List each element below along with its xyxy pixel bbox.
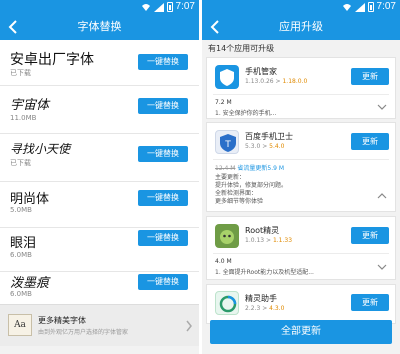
battery-icon — [367, 2, 374, 12]
app-version: 2.2.3 > 4.3.0 — [245, 305, 285, 312]
app-name: 手机管家 — [245, 67, 277, 76]
app-size: 7.2 M — [215, 99, 232, 106]
update-button[interactable]: 更新 — [351, 68, 389, 85]
font-status: 6.0MB — [10, 251, 32, 259]
font-status: 已下载 — [10, 69, 31, 77]
font-replace-screen: 7:07 字体替换 安卓出厂字体 已下载 一键替换 宇宙体 11.0MB 一键替… — [0, 0, 199, 354]
app-upgrade-screen: 7:07 应用升级 有14个应用可升级 手机管家 1.13.0.26 > 1.1… — [202, 0, 400, 354]
divider — [213, 94, 389, 95]
app-note: 1. 全面提升Root能力以及机型适配... — [215, 269, 314, 276]
title-bar: 字体替换 — [0, 14, 199, 40]
divider — [213, 253, 389, 254]
svg-text:T: T — [224, 140, 231, 150]
list-item: 明尚体 5.0MB 一键替换 — [0, 182, 199, 228]
update-button[interactable]: 更新 — [351, 133, 389, 150]
app-card: 手机管家 1.13.0.26 > 1.18.0.0 更新 7.2 M 1. 安全… — [206, 57, 396, 119]
app-version: 1.0.13 > 1.1.33 — [245, 237, 293, 244]
replace-button[interactable]: 一键替换 — [138, 190, 188, 206]
replace-button[interactable]: 一键替换 — [138, 230, 188, 246]
signal-icon — [153, 2, 164, 12]
app-icon: T — [215, 130, 239, 154]
app-icon — [215, 224, 239, 248]
divider — [213, 159, 389, 160]
update-button[interactable]: 更新 — [351, 294, 389, 311]
status-bar: 7:07 — [0, 0, 199, 14]
upgrade-count-bar: 有14个应用可升级 — [202, 40, 400, 56]
font-name: 泼墨痕 — [10, 276, 50, 291]
wifi-icon — [342, 3, 351, 11]
update-all-button[interactable]: 全部更新 — [210, 320, 392, 344]
more-fonts-title: 更多精美字体 — [38, 316, 86, 325]
chevron-down-icon[interactable] — [377, 264, 387, 270]
replace-button[interactable]: 一键替换 — [138, 274, 188, 290]
page-title: 字体替换 — [77, 20, 122, 33]
more-fonts-row[interactable]: Aa 更多精美字体 由到外观亿万用户选择的字体管家 — [0, 304, 199, 346]
font-name: 安卓出厂字体 — [10, 52, 94, 68]
status-bar: 7:07 — [202, 0, 400, 14]
battery-icon — [166, 2, 173, 12]
app-name: 精灵助手 — [245, 294, 277, 303]
replace-button[interactable]: 一键替换 — [138, 98, 188, 114]
wifi-icon — [141, 3, 150, 11]
font-name: 寻找小天使 — [10, 142, 71, 156]
font-status: 5.0MB — [10, 206, 32, 214]
more-fonts-subtitle: 由到外观亿万用户选择的字体管家 — [38, 329, 129, 336]
list-item: 宇宙体 11.0MB 一键替换 — [0, 86, 199, 134]
chevron-down-icon[interactable] — [377, 104, 387, 110]
font-name: 眼泪 — [10, 236, 37, 251]
app-size: 4.0 M — [215, 258, 232, 265]
app-name: 百度手机卫士 — [245, 132, 293, 141]
upgrade-count: 有14个应用可升级 — [208, 44, 275, 53]
font-status: 已下载 — [10, 159, 31, 167]
signal-icon — [354, 2, 365, 12]
list-item: 寻找小天使 已下载 一键替换 — [0, 134, 199, 182]
app-version: 1.13.0.26 > 1.18.0.0 — [245, 78, 308, 85]
font-name: 明尚体 — [10, 192, 50, 207]
status-time: 7:07 — [175, 1, 195, 12]
app-icon — [215, 291, 239, 315]
app-card: 精灵助手 2.2.3 > 4.3.0 更新 — [206, 284, 396, 324]
list-item: 眼泪 6.0MB 一键替换 — [0, 228, 199, 272]
font-manager-icon: Aa — [8, 314, 32, 336]
app-version: 5.3.0 > 5.4.0 — [245, 143, 285, 150]
app-icon — [215, 65, 239, 89]
list-item: 安卓出厂字体 已下载 一键替换 — [0, 40, 199, 86]
app-name: Root精灵 — [245, 226, 280, 235]
app-note: 1. 安全保护你的手机... — [215, 110, 277, 117]
update-button[interactable]: 更新 — [351, 227, 389, 244]
app-card: T 百度手机卫士 5.3.0 > 5.4.0 更新 12.4 M 省流量更新5.… — [206, 122, 396, 212]
font-status: 11.0MB — [10, 114, 37, 122]
app-size-saving: 12.4 M 省流量更新5.9 M — [215, 165, 285, 172]
replace-button[interactable]: 一键替换 — [138, 54, 188, 70]
font-status: 6.0MB — [10, 290, 32, 298]
page-title: 应用升级 — [279, 20, 323, 33]
list-item: 泼墨痕 6.0MB 一键替换 — [0, 272, 199, 304]
app-card: Root精灵 1.0.13 > 1.1.33 更新 4.0 M 1. 全面提升R… — [206, 216, 396, 280]
status-time: 7:07 — [376, 1, 396, 12]
title-bar: 应用升级 — [202, 14, 400, 40]
screenshot-composite: 7:07 字体替换 安卓出厂字体 已下载 一键替换 宇宙体 11.0MB 一键替… — [0, 0, 400, 354]
replace-button[interactable]: 一键替换 — [138, 146, 188, 162]
chevron-up-icon[interactable] — [377, 193, 387, 199]
font-name: 宇宙体 — [10, 98, 50, 113]
app-note: 更多细节等你体验 — [215, 198, 264, 205]
chevron-right-icon — [186, 320, 192, 332]
